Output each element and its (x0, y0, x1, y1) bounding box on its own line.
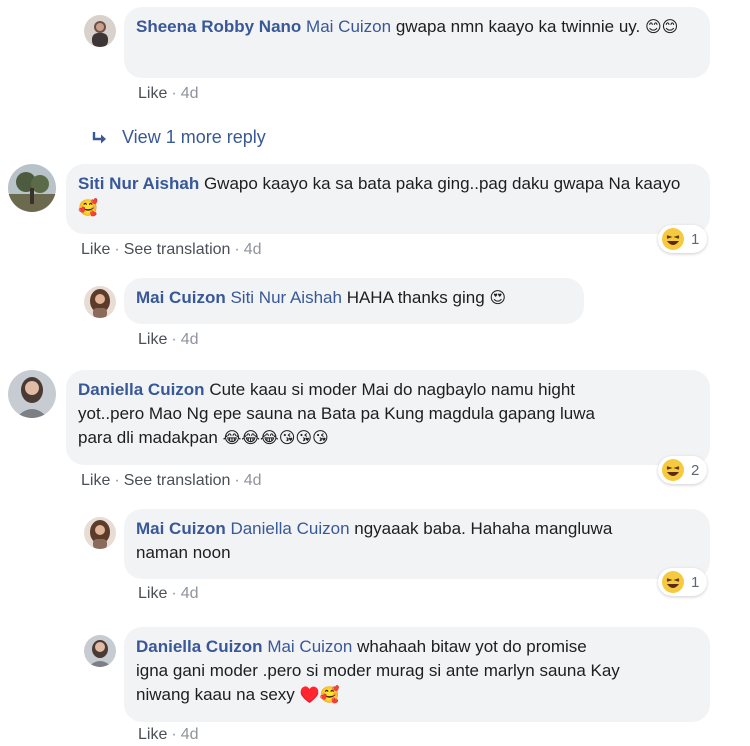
reaction-count: 1 (691, 230, 700, 248)
comment-author[interactable]: Mai Cuizon (136, 288, 226, 307)
comment-actions: Like · 4d (138, 85, 199, 102)
emoji: 😊😊 (645, 17, 679, 36)
view-more-label: View 1 more reply (122, 127, 266, 147)
reaction-count-badge[interactable]: 2 (658, 456, 708, 484)
emoji: ♥️🥰 (299, 685, 340, 704)
like-button[interactable]: Like (138, 726, 167, 743)
comment-bubble: Mai Cuizon Siti Nur Aishah HAHA thanks g… (124, 278, 584, 324)
comment-text-line-2: igna gani moder .pero si moder murag si … (136, 661, 620, 680)
comment-text: HAHA thanks ging (346, 288, 485, 307)
avatar[interactable] (8, 164, 56, 212)
view-more-replies-button[interactable]: View 1 more reply (92, 127, 266, 148)
see-translation-link[interactable]: See translation (124, 472, 231, 489)
like-button[interactable]: Like (81, 241, 110, 258)
like-button[interactable]: Like (138, 85, 167, 102)
comment-actions: Like · 4d (138, 726, 199, 743)
comment-bubble: Siti Nur Aishah Gwapo kaayo ka sa bata p… (66, 164, 710, 234)
reaction-count: 2 (691, 461, 700, 479)
emoji: 😂😂😂😘😘😘 (222, 428, 329, 447)
comment-author[interactable]: Sheena Robby Nano (136, 17, 301, 36)
comment-author[interactable]: Siti Nur Aishah (78, 174, 199, 193)
reply-arrow-icon (92, 131, 106, 143)
avatar[interactable] (84, 15, 116, 47)
avatar[interactable] (84, 635, 116, 667)
like-button[interactable]: Like (81, 472, 110, 489)
like-button[interactable]: Like (138, 331, 167, 348)
avatar[interactable] (84, 517, 116, 549)
haha-icon (662, 459, 684, 481)
emoji: 🥰 (78, 198, 98, 217)
comment-author[interactable]: Daniella Cuizon (78, 380, 205, 399)
timestamp[interactable]: 4d (181, 85, 199, 102)
emoji: 😍 (489, 288, 507, 307)
comment-actions: Like · 4d (138, 585, 199, 602)
comment-text-line-1: Cute kaau si moder Mai do nagbaylo namu … (209, 380, 576, 399)
comment-bubble: Mai Cuizon Daniella Cuizon ngyaaak baba.… (124, 509, 710, 579)
timestamp[interactable]: 4d (181, 331, 199, 348)
comment-bubble: Daniella Cuizon Cute kaau si moder Mai d… (66, 370, 710, 465)
comment-actions: Like · See translation · 4d (81, 472, 262, 489)
like-button[interactable]: Like (138, 585, 167, 602)
comment-text: Gwapo kaayo ka sa bata paka ging..pag da… (203, 174, 681, 193)
comment-text-line-1: whahaah bitaw yot do promise (357, 637, 587, 656)
reaction-count-badge[interactable]: 1 (658, 225, 708, 253)
avatar[interactable] (8, 370, 56, 418)
mention-link[interactable]: Daniella Cuizon (230, 519, 349, 538)
avatar[interactable] (84, 286, 116, 318)
comment-text-line-2: yot..pero Mao Ng epe sauna na Bata pa Ku… (78, 404, 595, 423)
comment-text-line-3: niwang kaau na sexy (136, 685, 295, 704)
comment-text-line-1: ngyaaak baba. Hahaha mangluwa (354, 519, 613, 538)
timestamp[interactable]: 4d (244, 472, 262, 489)
comment-bubble: Daniella Cuizon Mai Cuizon whahaah bitaw… (124, 627, 710, 722)
timestamp[interactable]: 4d (244, 241, 262, 258)
timestamp[interactable]: 4d (181, 726, 199, 743)
mention-link[interactable]: Siti Nur Aishah (230, 288, 342, 307)
comment-actions: Like · See translation · 4d (81, 241, 262, 258)
haha-icon (662, 571, 684, 593)
comment-text-line-3: para dli madakpan (78, 428, 218, 447)
mention-link[interactable]: Mai Cuizon (267, 637, 352, 656)
mention-link[interactable]: Mai Cuizon (306, 17, 391, 36)
see-translation-link[interactable]: See translation (124, 241, 231, 258)
comment-author[interactable]: Daniella Cuizon (136, 637, 263, 656)
comment-bubble: Sheena Robby Nano Mai Cuizon gwapa nmn k… (124, 7, 710, 78)
reaction-count: 1 (691, 573, 700, 591)
comment-actions: Like · 4d (138, 331, 199, 348)
comment-author[interactable]: Mai Cuizon (136, 519, 226, 538)
reaction-count-badge[interactable]: 1 (658, 568, 708, 596)
timestamp[interactable]: 4d (181, 585, 199, 602)
comment-text: gwapa nmn kaayo ka twinnie uy. (395, 17, 641, 36)
comment-text-line-2: naman noon (136, 543, 231, 562)
haha-icon (662, 228, 684, 250)
